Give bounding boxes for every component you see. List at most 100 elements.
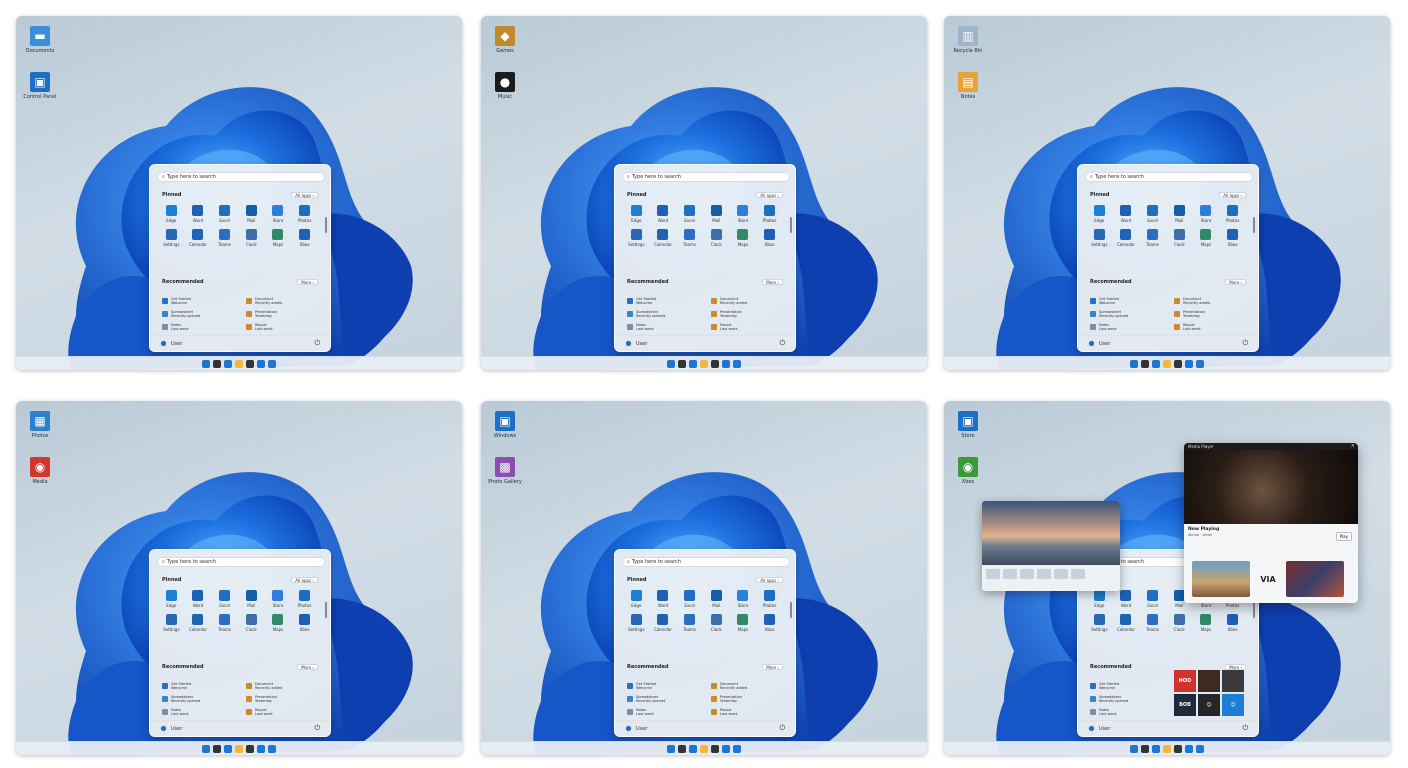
all-apps-button[interactable]: All apps › (291, 192, 318, 198)
thumbnail[interactable] (1071, 569, 1085, 579)
pinned-app[interactable]: Clock (1166, 229, 1193, 247)
desktop-icon[interactable]: ▣ Windows (485, 411, 525, 439)
pinned-app[interactable]: Word (1113, 205, 1140, 223)
scrollbar[interactable] (325, 217, 327, 233)
recommended-item[interactable]: Notes Last week (162, 323, 238, 331)
pinned-app[interactable]: Edge (1086, 205, 1113, 223)
pinned-app[interactable]: Maps (730, 229, 757, 247)
pinned-app[interactable]: Maps (265, 229, 292, 247)
pinned-app[interactable]: Settings (623, 229, 650, 247)
pinned-app[interactable]: Xbox (756, 229, 783, 247)
recommended-item[interactable]: Get Started Welcome (627, 297, 703, 305)
pinned-app[interactable]: Store (265, 590, 292, 608)
recommended-item[interactable]: Presentation Yesterday (711, 310, 787, 318)
taskbar-app-icon[interactable] (1185, 744, 1193, 753)
search-input[interactable]: ⌕Type here to search (157, 172, 325, 182)
thumbnail[interactable] (1003, 569, 1017, 579)
close-icon[interactable]: × (1351, 443, 1355, 450)
pinned-app[interactable]: Edge (158, 205, 185, 223)
pinned-app[interactable]: Word (650, 590, 677, 608)
recommended-item[interactable]: Notes Last week (627, 323, 703, 331)
recommended-item[interactable]: Report Last week (246, 708, 322, 716)
taskbar-app-icon[interactable] (1152, 359, 1160, 368)
all-apps-button[interactable]: All apps › (1219, 192, 1246, 198)
more-button[interactable]: More › (1225, 279, 1246, 285)
power-icon[interactable]: ⏻ (779, 724, 785, 733)
recommended-item[interactable]: Spreadsheet Recently opened (1090, 310, 1166, 318)
taskbar-app-icon[interactable] (733, 359, 741, 368)
taskbar-app-icon[interactable] (700, 744, 708, 753)
pinned-app[interactable]: Maps (265, 614, 292, 632)
user-account[interactable]: User (1088, 340, 1110, 347)
taskbar-app-icon[interactable] (689, 359, 697, 368)
taskbar-app-icon[interactable] (257, 359, 265, 368)
taskbar-app-icon[interactable] (678, 359, 686, 368)
pinned-app[interactable]: Excel (676, 590, 703, 608)
pinned-app[interactable]: Store (730, 205, 757, 223)
scrollbar[interactable] (325, 602, 327, 618)
taskbar-app-icon[interactable] (235, 744, 243, 753)
recommended-item[interactable]: Presentation Yesterday (246, 310, 322, 318)
scrollbar[interactable] (790, 602, 792, 618)
pinned-app[interactable]: Store (730, 590, 757, 608)
taskbar-app-icon[interactable] (213, 359, 221, 368)
pinned-app[interactable]: Word (185, 590, 212, 608)
pinned-app[interactable]: Xbox (291, 229, 318, 247)
pinned-app[interactable]: Settings (1086, 614, 1113, 632)
power-icon[interactable]: ⏻ (779, 339, 785, 348)
pinned-app[interactable]: Photos (291, 205, 318, 223)
taskbar-app-icon[interactable] (213, 744, 221, 753)
power-icon[interactable]: ⏻ (314, 339, 320, 348)
recommended-item[interactable]: Spreadsheet Recently opened (162, 310, 238, 318)
pinned-app[interactable]: Teams (1139, 614, 1166, 632)
pinned-app[interactable]: Clock (238, 229, 265, 247)
pinned-app[interactable]: Word (1113, 590, 1140, 608)
desktop-icon[interactable]: ▬ Documents (20, 26, 60, 54)
recommended-item[interactable]: Get Started Welcome (162, 297, 238, 305)
recommended-item[interactable]: Report Last week (1174, 323, 1250, 331)
pinned-app[interactable]: Edge (158, 590, 185, 608)
taskbar-app-icon[interactable] (1141, 744, 1149, 753)
desktop-icon[interactable]: ● Music (485, 72, 525, 100)
search-input[interactable]: ⌕Type here to search (157, 557, 325, 567)
recommended-item[interactable]: Notes Last week (1090, 708, 1166, 716)
pinned-app[interactable]: Settings (1086, 229, 1113, 247)
pinned-app[interactable]: Settings (623, 614, 650, 632)
media-tile[interactable]: ☺ (1198, 694, 1220, 716)
pinned-app[interactable]: Teams (676, 614, 703, 632)
desktop-icon[interactable]: ▦ Photos (20, 411, 60, 439)
pinned-app[interactable]: Calendar (650, 614, 677, 632)
pinned-app[interactable]: Teams (211, 229, 238, 247)
pinned-app[interactable]: Calendar (185, 229, 212, 247)
taskbar-app-icon[interactable] (689, 744, 697, 753)
recommended-item[interactable]: Get Started Welcome (162, 682, 238, 690)
power-icon[interactable]: ⏻ (314, 724, 320, 733)
more-button[interactable]: More › (297, 279, 318, 285)
recommended-item[interactable]: Get Started Welcome (627, 682, 703, 690)
recommended-item[interactable]: Presentation Yesterday (246, 695, 322, 703)
pinned-app[interactable]: Xbox (291, 614, 318, 632)
search-input[interactable]: ⌕Type here to search (622, 557, 790, 567)
taskbar-app-icon[interactable] (1174, 744, 1182, 753)
thumbnail[interactable] (1054, 569, 1068, 579)
desktop-icon[interactable]: ◆ Games (485, 26, 525, 54)
taskbar-app-icon[interactable] (235, 359, 243, 368)
media-tile[interactable]: ☺ (1222, 694, 1244, 716)
pinned-app[interactable]: Photos (1219, 205, 1246, 223)
start-button[interactable] (202, 744, 210, 753)
taskbar-app-icon[interactable] (268, 359, 276, 368)
recommended-item[interactable]: Document Recently added (1174, 297, 1250, 305)
taskbar-app-icon[interactable] (1163, 359, 1171, 368)
recommended-item[interactable]: Document Recently added (246, 297, 322, 305)
user-account[interactable]: User (625, 340, 647, 347)
pinned-app[interactable]: Maps (1193, 229, 1220, 247)
recommended-item[interactable]: Report Last week (711, 708, 787, 716)
pinned-app[interactable]: Calendar (1113, 229, 1140, 247)
taskbar-app-icon[interactable] (1141, 359, 1149, 368)
thumbnail-logo[interactable]: VIA (1256, 561, 1280, 597)
taskbar-app-icon[interactable] (711, 744, 719, 753)
thumbnail[interactable] (1020, 569, 1034, 579)
taskbar-app-icon[interactable] (1196, 359, 1204, 368)
search-input[interactable]: ⌕Type here to search (622, 172, 790, 182)
recommended-item[interactable]: Presentation Yesterday (1174, 310, 1250, 318)
